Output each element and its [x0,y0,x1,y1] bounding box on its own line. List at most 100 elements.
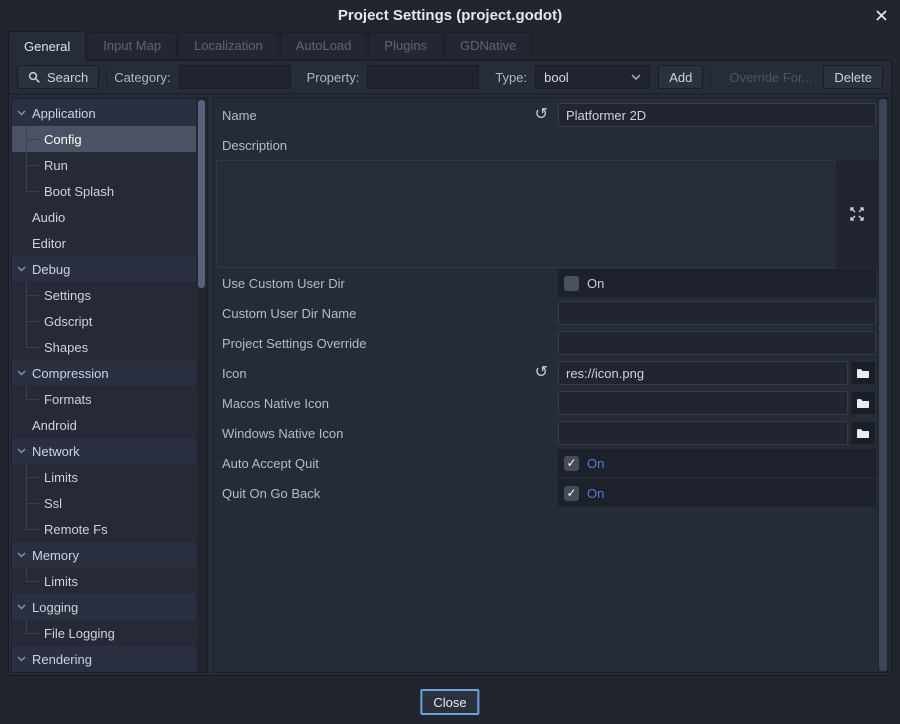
tree-item-label: File Logging [44,626,115,641]
property-value-quit-on-go-back: ✓ On [558,479,876,507]
expand-editor-button[interactable] [847,204,867,224]
tree-item-file-logging[interactable]: File Logging [12,620,196,646]
tab-input-map[interactable]: Input Map [87,32,177,59]
search-button[interactable]: Search [17,65,99,89]
tree-item-settings[interactable]: Settings [12,282,196,308]
tab-general[interactable]: General [8,31,86,61]
tree-item-limits[interactable]: Limits [12,464,196,490]
text-field-windows-native-icon[interactable] [558,421,848,445]
tree-item-shapes[interactable]: Shapes [12,334,196,360]
close-window-button[interactable] [874,8,888,22]
property-row-macos-native-icon: Macos Native Icon [214,388,888,418]
tree-item-label: Application [32,106,96,121]
tree-item-label: Compression [32,366,109,381]
tree-item-memory[interactable]: Memory [12,542,196,568]
type-select-value: bool [544,70,569,85]
folder-icon [856,397,870,410]
checkbox-state-label: On [587,486,604,501]
tree-item-compression[interactable]: Compression [12,360,196,386]
tree-item-label: Config [44,132,82,147]
property-name: Custom User Dir Name [222,306,558,321]
property-input[interactable] [367,65,479,89]
inspector-scrollbar-thumb[interactable] [879,99,887,671]
property-value-project-settings-override [558,329,876,357]
chevron-down-icon[interactable] [16,550,27,560]
tree-item-application[interactable]: Application [12,100,196,126]
property-value-windows-native-icon [558,419,876,447]
checkmark-icon: ✓ [566,457,576,469]
tree-item-formats[interactable]: Formats [12,386,196,412]
delete-button[interactable]: Delete [823,65,883,89]
property-row-quit-on-go-back: Quit On Go Back✓On [214,478,888,508]
tree-item-logging[interactable]: Logging [12,594,196,620]
property-label: Property: [307,70,360,85]
category-label: Category: [114,70,170,85]
tree-item-limits[interactable]: Limits [12,568,196,594]
property-label-custom-user-dir-name: Custom User Dir Name [214,306,558,321]
tree-item-audio[interactable]: Audio [12,204,196,230]
tree-item-label: Debug [32,262,70,277]
chevron-down-icon[interactable] [16,654,27,664]
property-label-description: Description [214,138,876,153]
category-input[interactable] [179,65,291,89]
folder-icon [856,367,870,380]
text-field-custom-user-dir-name[interactable] [558,301,876,325]
toolbar-separator [710,67,711,87]
close-dialog-button[interactable]: Close [420,689,479,715]
add-button[interactable]: Add [658,65,703,89]
chevron-down-icon[interactable] [16,368,27,378]
tree-item-label: Gdscript [44,314,92,329]
type-select[interactable]: bool [535,65,650,89]
browse-file-button[interactable] [850,361,876,385]
property-row-custom-user-dir-name: Custom User Dir Name [214,298,888,328]
checkbox-checked[interactable]: ✓ [564,456,579,471]
chevron-down-icon [631,74,641,80]
checkbox-checked[interactable]: ✓ [564,486,579,501]
tree-item-remote-fs[interactable]: Remote Fs [12,516,196,542]
tab-strip: GeneralInput MapLocalizationAutoLoadPlug… [8,31,892,61]
tree-item-network[interactable]: Network [12,438,196,464]
window-title: Project Settings (project.godot) [338,7,562,24]
tree-item-label: Network [32,444,80,459]
tree-scrollbar-thumb[interactable] [198,100,205,288]
browse-file-button[interactable] [850,391,876,415]
chevron-down-icon[interactable] [16,602,27,612]
revert-icon[interactable]: ↺ [535,365,548,381]
add-button-label: Add [669,70,692,85]
text-field-name[interactable]: Platformer 2D [558,103,876,127]
property-row-icon: Icon↺res://icon.png [214,358,888,388]
tree-item-run[interactable]: Run [12,152,196,178]
tree-item-rendering[interactable]: Rendering [12,646,196,672]
chevron-down-icon[interactable] [16,264,27,274]
tab-plugins[interactable]: Plugins [368,32,443,59]
tab-autoload[interactable]: AutoLoad [280,32,368,59]
chevron-down-icon[interactable] [16,108,27,118]
tab-gdnative[interactable]: GDNative [444,32,532,59]
chevron-down-icon[interactable] [16,446,27,456]
property-name: Project Settings Override [222,336,558,351]
tree-item-config[interactable]: Config [12,126,196,152]
tree-item-label: Memory [32,548,79,563]
tree-item-label: Run [44,158,68,173]
tree-item-label: Android [32,418,77,433]
expand-icon [848,205,866,223]
property-name: Auto Accept Quit [222,456,558,471]
browse-file-button[interactable] [850,421,876,445]
tree-item-label: Limits [44,470,78,485]
tree-item-ssl[interactable]: Ssl [12,490,196,516]
tree-item-android[interactable]: Android [12,412,196,438]
settings-toolbar: Search Category: Property: Type: bool Ad… [9,61,891,95]
description-textarea[interactable] [216,160,836,268]
tree-item-gdscript[interactable]: Gdscript [12,308,196,334]
property-label-name: Name↺ [214,107,558,123]
tab-localization[interactable]: Localization [178,32,279,59]
checkbox-unchecked[interactable] [564,276,579,291]
tree-item-debug[interactable]: Debug [12,256,196,282]
revert-icon[interactable]: ↺ [535,107,548,123]
tree-item-label: Settings [44,288,91,303]
text-field-macos-native-icon[interactable] [558,391,848,415]
text-field-icon[interactable]: res://icon.png [558,361,848,385]
tree-item-boot-splash[interactable]: Boot Splash [12,178,196,204]
tree-item-editor[interactable]: Editor [12,230,196,256]
text-field-project-settings-override[interactable] [558,331,876,355]
